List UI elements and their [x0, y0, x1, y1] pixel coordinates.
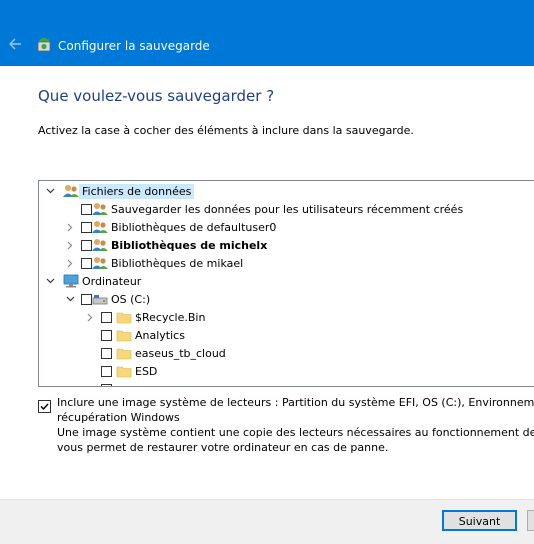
tree-node-esd[interactable]: ESD	[101, 362, 534, 380]
tree-node-data-files[interactable]: Fichiers de données	[45, 182, 534, 200]
tree-node-mikael[interactable]: Bibliothèques de mikael	[65, 254, 534, 272]
chevron-down-icon[interactable]	[45, 276, 55, 286]
system-image-label[interactable]: Inclure une image système de lecteurs : …	[57, 395, 534, 425]
tree-node-analytics[interactable]: Analytics	[101, 326, 534, 344]
backup-app-icon	[37, 37, 51, 52]
backup-items-tree[interactable]: Fichiers de données Sauvegarder les donn…	[38, 180, 534, 387]
system-image-checkbox[interactable]	[38, 400, 51, 413]
system-image-label-line2: récupération Windows	[57, 411, 180, 424]
users-icon	[92, 221, 108, 233]
instruction-text: Activez la case à cocher des éléments à …	[38, 124, 414, 137]
tree-node-recycle-bin[interactable]: $Recycle.Bin	[85, 308, 534, 326]
system-image-desc-line2: vous permet de restaurer votre ordinateu…	[57, 441, 389, 454]
chevron-right-icon[interactable]	[65, 240, 75, 250]
folder-icon	[116, 348, 132, 360]
tree-label-recycle-bin: $Recycle.Bin	[135, 310, 206, 324]
tree-label-defaultuser0: Bibliothèques de defaultuser0	[111, 220, 277, 234]
system-image-description: Une image système contient une copie des…	[57, 425, 534, 455]
system-image-desc-line1: Une image système contient une copie des…	[57, 426, 534, 439]
tree-label-analytics: Analytics	[135, 328, 185, 342]
easeus-checkbox[interactable]	[101, 347, 112, 359]
esd-checkbox[interactable]	[101, 365, 112, 377]
new-users-checkbox[interactable]	[81, 203, 92, 215]
next-button[interactable]: Suivant	[442, 510, 517, 531]
tree-node-drive-c[interactable]: OS (C:)	[65, 290, 534, 308]
computer-icon	[63, 274, 79, 288]
folder-icon	[116, 330, 132, 342]
drive-icon	[92, 295, 108, 305]
users-icon	[92, 257, 108, 269]
defaultuser0-checkbox[interactable]	[81, 221, 92, 233]
tree-label-easeus: easeus_tb_cloud	[135, 346, 226, 360]
tree-label-esd: ESD	[135, 364, 158, 378]
title-bar: Configurer la sauvegarde	[0, 0, 534, 66]
users-icon	[92, 203, 108, 215]
partial-checkbox[interactable]	[101, 383, 112, 386]
folder-icon	[116, 312, 132, 324]
chevron-down-icon[interactable]	[45, 186, 55, 196]
chevron-right-icon[interactable]	[65, 222, 75, 232]
tree-label-michelx: Bibliothèques de michelx	[111, 238, 268, 252]
tree-label-new-users: Sauvegarder les données pour les utilisa…	[111, 202, 464, 216]
window-title: Configurer la sauvegarde	[58, 39, 210, 53]
recycle-bin-checkbox[interactable]	[101, 311, 112, 323]
folder-icon	[116, 366, 132, 378]
michelx-checkbox[interactable]	[81, 239, 92, 251]
tree-node-new-users[interactable]: Sauvegarder les données pour les utilisa…	[81, 200, 534, 218]
system-image-label-line1: Inclure une image système de lecteurs : …	[57, 396, 534, 409]
chevron-down-icon[interactable]	[65, 294, 75, 304]
tree-label-mikael: Bibliothèques de mikael	[111, 256, 244, 270]
analytics-checkbox[interactable]	[101, 329, 112, 341]
drive-c-checkbox[interactable]	[81, 293, 92, 305]
tree-label-drive-c: OS (C:)	[111, 292, 151, 306]
users-icon	[92, 239, 108, 251]
tree-node-computer[interactable]: Ordinateur	[45, 272, 534, 290]
tree-node-easeus[interactable]: easeus_tb_cloud	[101, 344, 534, 362]
users-icon	[63, 185, 79, 197]
page-title: Que voulez-vous sauvegarder ?	[38, 87, 275, 105]
tree-node-partial[interactable]	[101, 380, 534, 386]
chevron-right-icon[interactable]	[65, 258, 75, 268]
checkmark-icon	[40, 403, 49, 411]
tree-label-data-files: Fichiers de données	[79, 183, 195, 199]
cancel-button[interactable]	[527, 510, 534, 531]
mikael-checkbox[interactable]	[81, 257, 92, 269]
tree-label-computer: Ordinateur	[82, 274, 142, 288]
back-arrow-icon[interactable]	[8, 37, 22, 51]
tree-node-defaultuser0[interactable]: Bibliothèques de defaultuser0	[65, 218, 534, 236]
chevron-right-icon[interactable]	[85, 312, 95, 322]
tree-node-michelx[interactable]: Bibliothèques de michelx	[65, 236, 534, 254]
